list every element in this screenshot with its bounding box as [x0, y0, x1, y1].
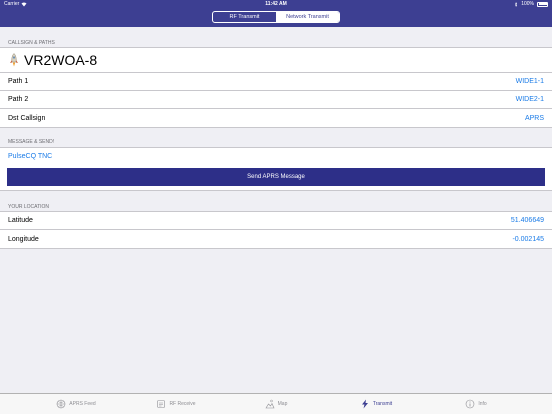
path1-row[interactable]: Path 1 WIDE1-1 [0, 73, 552, 91]
bluetooth-icon [515, 1, 518, 7]
path1-label: Path 1 [8, 78, 29, 85]
callsign-label: VR2WOA-8 [24, 52, 98, 68]
callsign-group: VR2WOA-8 Path 1 WIDE1-1 Path 2 WIDE2-1 D… [0, 47, 552, 128]
tab-bar: APRS Feed RF Receive Map Transmit Info [0, 393, 552, 414]
nav-bar: RF Transmit Network Transmit [0, 8, 552, 27]
map-icon [265, 399, 275, 409]
info-icon [466, 399, 475, 409]
status-time: 11:42 AM [265, 1, 287, 7]
longitude-label: Longitude [8, 235, 39, 243]
message-text[interactable]: PulseCQ TNC [8, 153, 52, 160]
path2-row[interactable]: Path 2 WIDE2-1 [0, 91, 552, 109]
longitude-value: -0.002145 [512, 235, 544, 243]
dst-callsign-label: Dst Callsign [8, 114, 46, 122]
status-right: 100% [514, 1, 548, 7]
aprs-feed-icon [56, 399, 66, 409]
dst-callsign-row[interactable]: Dst Callsign APRS [0, 109, 552, 127]
tab-transmit[interactable]: Transmit [326, 394, 426, 414]
latitude-row[interactable]: Latitude 51.406649 [0, 212, 552, 230]
transmit-mode-segmented-control[interactable]: RF Transmit Network Transmit [212, 11, 340, 23]
status-bar: Carrier 11:42 AM 100% [0, 0, 552, 8]
tab-rf-receive[interactable]: RF Receive [126, 394, 226, 414]
segment-rf-transmit[interactable]: RF Transmit [213, 12, 276, 22]
tab-info-label: Info [478, 401, 487, 407]
send-aprs-message-button[interactable]: Send APRS Message [7, 168, 545, 186]
path1-value[interactable]: WIDE1-1 [516, 78, 544, 85]
tab-map[interactable]: Map [226, 394, 326, 414]
lightning-icon [361, 399, 368, 409]
tab-transmit-label: Transmit [372, 401, 393, 407]
rf-receive-icon [157, 400, 166, 408]
rocket-icon [10, 53, 18, 67]
latitude-value: 51.406649 [510, 217, 544, 224]
tab-map-label: Map [277, 401, 288, 407]
message-row[interactable]: PulseCQ TNC [0, 148, 552, 165]
section-header-message: MESSAGE & SEND! [8, 139, 55, 145]
section-header-callsign: CALLSIGN & PATHS [8, 40, 55, 46]
tab-aprs-feed[interactable]: APRS Feed [26, 394, 126, 414]
tab-rf-receive-label: RF Receive [169, 401, 196, 407]
section-header-location: YOUR LOCATION [8, 204, 50, 210]
tab-info[interactable]: Info [426, 394, 526, 414]
path2-label: Path 2 [8, 96, 29, 103]
callsign-row[interactable]: VR2WOA-8 [0, 48, 552, 73]
dst-callsign-value[interactable]: APRS [525, 115, 544, 122]
segment-network-transmit[interactable]: Network Transmit [276, 12, 339, 22]
latitude-label: Latitude [8, 217, 33, 224]
battery-icon [537, 1, 548, 7]
location-group: Latitude 51.406649 Longitude -0.002145 [0, 211, 552, 249]
path2-value[interactable]: WIDE2-1 [516, 96, 544, 103]
tab-aprs-feed-label: APRS Feed [69, 401, 96, 407]
battery-label: 100% [521, 1, 534, 7]
longitude-row[interactable]: Longitude -0.002145 [0, 230, 552, 248]
